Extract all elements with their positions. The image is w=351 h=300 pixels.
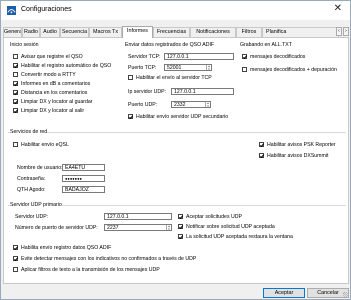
checkbox-aplicar-filtros[interactable] — [13, 267, 18, 272]
checkbox-envio-adif[interactable] — [13, 245, 18, 250]
tab-audio[interactable]: Audio — [40, 27, 60, 37]
tab-secuencia[interactable]: Secuencia — [60, 27, 89, 37]
checkbox-udp-secundario[interactable] — [128, 114, 133, 119]
title-bar: Configuraciones ✕ — [1, 1, 350, 20]
checkbox-dxsummit[interactable] — [259, 153, 264, 158]
label-evite-detectar: Evite detectar mensajes con los indicati… — [21, 255, 197, 262]
tab-notificaciones[interactable]: Notificaciones — [190, 27, 236, 37]
label-limpiar-guardar: Limpiar DX y locator al guardar — [21, 98, 93, 105]
label-distancia: Distancia en los comentarios — [21, 89, 88, 96]
label-servidor-udp: Servidor UDP: — [15, 213, 49, 220]
checkbox-habilitar-eqsl[interactable] — [13, 142, 18, 147]
puerto-udp-input[interactable]: 2332 ▴ ▾ — [171, 101, 211, 108]
label-dxsummit: Habilitar avisos DXSummit — [267, 152, 329, 159]
checkbox-aceptar-udp[interactable] — [178, 214, 183, 219]
servidor-tcp-input[interactable]: 127.0.0.1 — [164, 53, 234, 60]
label-puerto-udp: Puerto UDP: — [128, 101, 158, 108]
label-mensajes-depuracion: mensajes decodificados + depuración — [250, 66, 337, 73]
tab-radio[interactable]: Radio — [22, 27, 40, 37]
checkbox-avisar-registro[interactable] — [13, 54, 18, 59]
tab-general[interactable]: General — [3, 27, 22, 37]
puerto-tcp-input[interactable]: 52001 ▴ ▾ — [164, 64, 212, 71]
label-mensajes-decodificados: mensajes decodificados — [250, 53, 306, 60]
checkbox-evite-detectar[interactable] — [13, 256, 18, 261]
checkbox-limpiar-salir[interactable] — [13, 108, 18, 113]
section-udp-title: Servidor UDP primario — [10, 202, 62, 208]
checkbox-informes-db[interactable] — [13, 81, 18, 86]
puerto-udp-value: 2332 — [174, 102, 186, 108]
label-udp-secundario: Habilitar envío servidor UDP secundario — [136, 113, 229, 120]
spin-arrows-icon[interactable]: ▴ ▾ — [166, 225, 171, 230]
tab-filtros[interactable]: Filtros — [236, 27, 262, 37]
label-habilitar-eqsl: Habilitar envío eQSL — [21, 141, 69, 148]
tab-bar: General Radio Audio Secuencia Macros Tx … — [3, 26, 349, 38]
informes-panel: Inicio sesión Avisar que registre el QSO… — [3, 37, 349, 284]
label-convertir-rtty: Convertir modo a RTTY — [21, 71, 76, 78]
label-aplicar-filtros: Aplicar filtros de texto a la transmisió… — [21, 266, 160, 273]
tab-planificador[interactable]: Planifica — [262, 27, 339, 37]
checkbox-mensajes-depuracion[interactable] — [242, 67, 247, 72]
label-psk-reporter: Habilitar avisos PSK Reporter — [267, 141, 336, 148]
app-icon — [7, 6, 16, 15]
label-limpiar-salir: Limpiar DX y locator al salir — [21, 107, 85, 114]
checkbox-distancia[interactable] — [13, 90, 18, 95]
label-servidor-tcp: Servidor TCP: — [128, 53, 161, 60]
label-registro-automatico: Habilitar el registro automático de QSO — [21, 62, 112, 69]
contrasena-input[interactable]: ●●●●●●● — [62, 175, 105, 182]
checkbox-restaura-ventana[interactable] — [178, 234, 183, 239]
label-ip-udp: Ip servidor UDP: — [128, 88, 167, 95]
spin-arrows-icon[interactable]: ▴ ▾ — [205, 102, 210, 107]
label-puerto-tcp: Puerto TCP: — [128, 64, 157, 71]
label-habilitar-tcp: Habilitar el envío al servidor TCP — [136, 74, 212, 81]
checkbox-notificar-udp[interactable] — [178, 224, 183, 229]
accept-button[interactable]: Aceptar — [263, 288, 305, 298]
label-restaura-ventana: La solicitud UDP aceptada restaura la ve… — [186, 233, 293, 240]
puerto-servidor-udp-value: 2237 — [107, 225, 119, 231]
section-red-title: Servicios de red — [10, 129, 48, 135]
tab-scroll-left-icon[interactable]: ‹ — [336, 27, 342, 36]
settings-window: Configuraciones ✕ General Radio Audio Se… — [0, 0, 351, 300]
checkbox-psk-reporter[interactable] — [259, 142, 264, 147]
ip-udp-input[interactable]: 127.0.0.1 — [171, 88, 234, 95]
checkbox-limpiar-guardar[interactable] — [13, 99, 18, 104]
spin-arrows-icon[interactable]: ▴ ▾ — [206, 65, 211, 70]
label-qth: QTH Agodo: — [17, 186, 46, 193]
section-enviar-title: Enviar datos registrados de QSO ADIF — [125, 42, 215, 48]
section-grabando-title: Grabando en ALL.TXT — [240, 42, 292, 48]
checkbox-registro-automatico[interactable] — [13, 63, 18, 68]
label-aceptar-udp: Aceptar solicitudes UDP — [186, 213, 242, 220]
divider-red — [8, 132, 346, 133]
checkbox-mensajes-decodificados[interactable] — [242, 54, 247, 59]
resize-grip-icon[interactable] — [343, 292, 348, 297]
checkbox-convertir-rtty[interactable] — [13, 72, 18, 77]
label-avisar-registro: Avisar que registre el QSO — [21, 53, 83, 60]
label-contrasena: Contraseña: — [17, 175, 46, 182]
tab-informes[interactable]: Informes — [122, 26, 153, 38]
tab-scroll-right-icon[interactable]: › — [343, 27, 349, 36]
tab-frecuencias[interactable]: Frecuencias — [153, 27, 190, 37]
label-notificar-udp: Notificar sobre solicitud UDP aceptada — [186, 223, 275, 230]
servidor-udp-input[interactable]: 127.0.0.1 — [104, 213, 172, 220]
section-inicio-sesion-title: Inicio sesión — [10, 42, 39, 48]
close-icon[interactable]: ✕ — [334, 3, 342, 14]
label-usuario: Nombre de usuario: — [17, 164, 63, 171]
checkbox-habilitar-tcp[interactable] — [128, 75, 133, 80]
label-informes-db: Informes en dB a comentarios — [21, 80, 91, 87]
puerto-servidor-udp-input[interactable]: 2237 ▴ ▾ — [104, 224, 172, 231]
puerto-tcp-value: 52001 — [167, 65, 182, 71]
label-puerto-servidor-udp: Número de puerto de servidor UDP: — [15, 224, 98, 231]
tab-macros-tx[interactable]: Macros Tx — [89, 27, 122, 37]
usuario-input[interactable]: EA4ETU — [62, 164, 105, 171]
window-title: Configuraciones — [21, 6, 72, 13]
label-envio-adif: Habilita envío registro datos QSO ADIF — [21, 244, 112, 251]
qth-input[interactable]: BADAJOZ — [62, 186, 105, 193]
